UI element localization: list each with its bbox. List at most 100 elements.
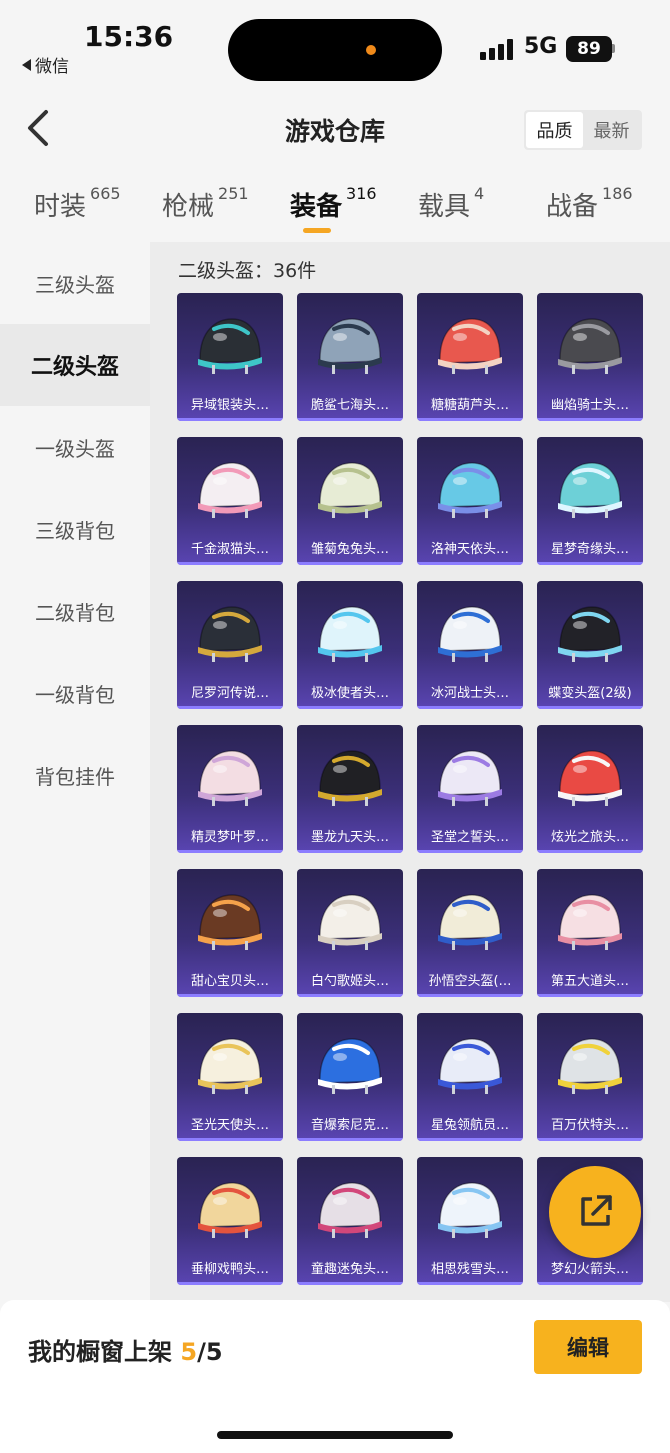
sidebar-item-level1-backpack[interactable]: 一级背包 [0,652,150,734]
helmet-item-card[interactable]: 炫光之旅头… [537,725,643,853]
helmet-icon [318,462,382,518]
helmet-icon [198,894,262,950]
helmet-item-name: 脆鲨七海头… [310,398,389,413]
quality-bar [297,850,403,853]
helmet-icon [198,1038,262,1094]
quality-bar [297,706,403,709]
quality-bar [417,994,523,997]
helmet-icon [558,462,622,518]
quality-bar [417,706,523,709]
helmet-icon [438,318,502,374]
helmet-item-name: 尼罗河传说… [190,686,269,701]
helmet-item-card[interactable]: 极冰使者头… [297,581,403,709]
helmet-icon [558,606,622,662]
camera-indicator-icon [366,45,376,55]
helmet-icon [318,318,382,374]
tab-firearms[interactable]: 枪械 251 [162,184,249,223]
helmet-item-name: 墨龙九天头… [310,830,389,845]
quality-bar [537,850,643,853]
back-app-label: 微信 [35,57,69,77]
helmet-icon [198,318,262,374]
share-icon [581,1195,612,1226]
helmet-item-card[interactable]: 音爆索尼克… [297,1013,403,1141]
tab-vehicles[interactable]: 载具 4 [418,184,485,223]
tab-count: 665 [90,184,121,203]
quality-bar [177,1138,283,1141]
helmet-item-card[interactable]: 星兔领航员… [417,1013,523,1141]
helmet-icon [318,606,382,662]
helmet-item-name: 千金淑猫头… [190,542,269,557]
quality-bar [177,850,283,853]
tab-equipment[interactable]: 装备 316 [290,184,377,223]
helmet-item-card[interactable]: 千金淑猫头… [177,437,283,565]
helmet-item-name: 精灵梦叶罗… [190,830,269,845]
helmet-item-card[interactable]: 洛神天依头… [417,437,523,565]
sidebar-item-level3-helmet[interactable]: 三级头盔 [0,242,150,324]
quality-bar [537,1282,643,1285]
share-button[interactable] [549,1166,641,1258]
sidebar-item-level2-helmet[interactable]: 二级头盔 [0,324,150,406]
helmet-item-card[interactable]: 墨龙九天头… [297,725,403,853]
showcase-footer: 我的橱窗上架 5/5 编辑 [0,1300,670,1453]
back-triangle-icon [22,58,31,71]
tab-supplies[interactable]: 战备 186 [546,184,633,223]
helmet-item-card[interactable]: 白勺歌姬头… [297,869,403,997]
helmet-item-name: 音爆索尼克… [310,1118,389,1133]
showcase-label: 我的橱窗上架 [28,1338,172,1366]
helmet-item-name: 第五大道头… [550,974,629,989]
tab-fashion[interactable]: 时装 665 [34,184,121,223]
quality-bar [537,706,643,709]
edit-button[interactable]: 编辑 [534,1320,642,1374]
helmet-item-card[interactable]: 童趣迷兔头… [297,1157,403,1285]
sort-quality-option[interactable]: 品质 [526,112,583,148]
helmet-item-name: 雏菊兔兔头… [310,542,389,557]
helmet-item-name: 极冰使者头… [310,686,389,701]
helmet-item-card[interactable]: 雏菊兔兔头… [297,437,403,565]
quality-bar [417,418,523,421]
helmet-item-card[interactable]: 糖糖葫芦头… [417,293,523,421]
helmet-item-card[interactable]: 精灵梦叶罗… [177,725,283,853]
quality-bar [417,1138,523,1141]
sidebar-item-level1-helmet[interactable]: 一级头盔 [0,406,150,488]
quality-bar [177,706,283,709]
helmet-item-card[interactable]: 百万伏特头… [537,1013,643,1141]
helmet-item-card[interactable]: 脆鲨七海头… [297,293,403,421]
helmet-item-card[interactable]: 冰河战士头… [417,581,523,709]
helmet-item-card[interactable]: 圣光天使头… [177,1013,283,1141]
helmet-item-name: 幽焰骑士头… [550,398,629,413]
helmet-item-card[interactable]: 甜心宝贝头… [177,869,283,997]
quality-bar [297,418,403,421]
helmet-item-card[interactable]: 蝶变头盔(2级) [537,581,643,709]
quality-bar [177,1282,283,1285]
helmet-icon [558,318,622,374]
quality-bar [537,418,643,421]
helmet-item-card[interactable]: 圣堂之誓头… [417,725,523,853]
helmet-item-card[interactable]: 尼罗河传说… [177,581,283,709]
tab-count: 251 [218,184,249,203]
sort-toggle: 品质 最新 [524,110,642,150]
helmet-item-card[interactable]: 幽焰骑士头… [537,293,643,421]
back-to-app-link[interactable]: 微信 [22,52,69,77]
sidebar-item-level2-backpack[interactable]: 二级背包 [0,570,150,652]
sidebar-item-backpack-charm[interactable]: 背包挂件 [0,734,150,816]
tab-label: 装备 [290,192,343,222]
quality-bar [297,1282,403,1285]
helmet-item-card[interactable]: 相思残雪头… [417,1157,523,1285]
helmet-item-card[interactable]: 孙悟空头盔(… [417,869,523,997]
tab-count: 4 [474,184,485,203]
helmet-icon [318,1182,382,1238]
sidebar-item-level3-backpack[interactable]: 三级背包 [0,488,150,570]
helmet-item-name: 甜心宝贝头… [190,974,269,989]
sort-newest-option[interactable]: 最新 [583,112,640,148]
helmet-item-name: 糖糖葫芦头… [430,398,509,413]
network-label: 5G [524,34,558,59]
home-indicator [217,1431,453,1439]
helmet-item-card[interactable]: 第五大道头… [537,869,643,997]
helmet-icon [558,1038,622,1094]
helmet-item-card[interactable]: 垂柳戏鸭头… [177,1157,283,1285]
helmet-icon [438,606,502,662]
helmet-item-card[interactable]: 异域银装头… [177,293,283,421]
helmet-item-name: 异域银装头… [190,398,269,413]
helmet-item-card[interactable]: 星梦奇缘头… [537,437,643,565]
quality-bar [297,562,403,565]
